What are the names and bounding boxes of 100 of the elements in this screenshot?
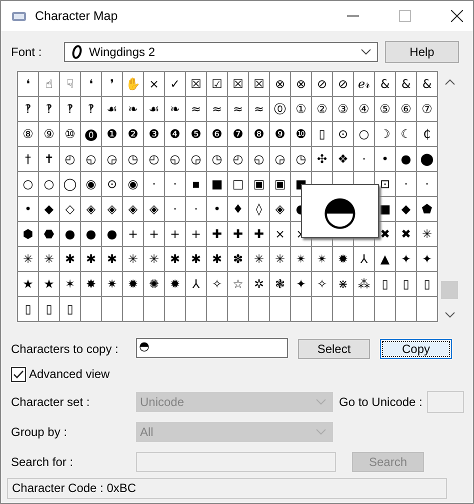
character-cell[interactable]: ◆ bbox=[39, 197, 59, 221]
character-cell[interactable]: ‽ bbox=[18, 97, 38, 121]
character-cell[interactable]: ✱ bbox=[186, 247, 206, 271]
character-cell[interactable]: ✦ bbox=[417, 247, 437, 271]
character-cell[interactable]: ₵ bbox=[417, 122, 437, 146]
character-cell[interactable]: ⊗ bbox=[291, 72, 311, 96]
character-cell[interactable]: ▣ bbox=[249, 172, 269, 196]
character-cell[interactable] bbox=[354, 297, 374, 321]
character-cell[interactable]: ‽ bbox=[39, 97, 59, 121]
character-cell[interactable]: ⬣ bbox=[39, 222, 59, 246]
character-cell[interactable]: × bbox=[144, 72, 164, 96]
character-cell[interactable]: · bbox=[417, 172, 437, 196]
character-cell[interactable]: ◷ bbox=[291, 147, 311, 171]
character-cell[interactable]: ⑤ bbox=[375, 97, 395, 121]
character-cell[interactable]: + bbox=[144, 222, 164, 246]
character-cell[interactable]: ● bbox=[60, 222, 80, 246]
character-cell[interactable]: ✳ bbox=[18, 247, 38, 271]
character-cell[interactable]: ℯ𝓇 bbox=[354, 72, 374, 96]
character-cell[interactable]: ✓ bbox=[165, 72, 185, 96]
character-cell[interactable]: ◴ bbox=[228, 147, 248, 171]
character-cell[interactable] bbox=[123, 297, 143, 321]
character-cell[interactable]: ◈ bbox=[123, 197, 143, 221]
help-button[interactable]: Help bbox=[385, 41, 459, 63]
character-cell[interactable]: ✚ bbox=[249, 222, 269, 246]
character-cell[interactable]: ❖ bbox=[333, 147, 353, 171]
character-cell[interactable]: • bbox=[207, 197, 227, 221]
character-cell[interactable]: ◶ bbox=[186, 147, 206, 171]
character-cell[interactable]: ✚ bbox=[228, 222, 248, 246]
character-cell[interactable]: ✴ bbox=[312, 247, 332, 271]
character-cell[interactable]: ▲ bbox=[375, 247, 395, 271]
character-cell[interactable]: ⓿ bbox=[81, 122, 101, 146]
character-cell[interactable]: ◆ bbox=[396, 197, 416, 221]
character-cell[interactable]: ◵ bbox=[165, 147, 185, 171]
scroll-down-icon[interactable] bbox=[444, 312, 454, 318]
character-cell[interactable]: ✳ bbox=[144, 247, 164, 271]
character-cell[interactable]: ❛ bbox=[81, 72, 101, 96]
character-cell[interactable] bbox=[333, 297, 353, 321]
character-cell[interactable]: ✳ bbox=[39, 247, 59, 271]
character-cell[interactable]: ▯ bbox=[396, 272, 416, 296]
character-cell[interactable]: ⅄ bbox=[186, 272, 206, 296]
character-cell[interactable] bbox=[417, 297, 437, 321]
character-cell[interactable]: ☙ bbox=[102, 97, 122, 121]
character-cell[interactable]: ☾ bbox=[396, 122, 416, 146]
character-cell[interactable]: · bbox=[165, 197, 185, 221]
character-cell[interactable]: ○ bbox=[39, 172, 59, 196]
scroll-up-icon[interactable] bbox=[444, 79, 454, 85]
character-cell[interactable]: ❾ bbox=[270, 122, 290, 146]
character-cell[interactable]: ◊ bbox=[249, 197, 269, 221]
character-cell[interactable]: ⑦ bbox=[417, 97, 437, 121]
character-cell[interactable]: ◇ bbox=[60, 197, 80, 221]
character-cell[interactable]: ✳ bbox=[270, 247, 290, 271]
checkbox[interactable] bbox=[11, 366, 26, 382]
scrollbar-thumb[interactable] bbox=[441, 281, 458, 299]
character-cell[interactable]: ⓪ bbox=[270, 97, 290, 121]
character-cell[interactable]: + bbox=[165, 222, 185, 246]
character-cell[interactable]: ≈ bbox=[207, 97, 227, 121]
character-cell[interactable]: ◴ bbox=[144, 147, 164, 171]
character-cell[interactable]: ⊗ bbox=[270, 72, 290, 96]
character-cell[interactable] bbox=[270, 297, 290, 321]
character-cell[interactable]: ✱ bbox=[207, 247, 227, 271]
character-cell[interactable]: ⅄ bbox=[354, 247, 374, 271]
character-cell[interactable]: ◶ bbox=[270, 147, 290, 171]
character-cell[interactable]: ✧ bbox=[207, 272, 227, 296]
character-cell[interactable]: + bbox=[186, 222, 206, 246]
character-cell[interactable]: ◵ bbox=[249, 147, 269, 171]
character-cell[interactable]: ☆ bbox=[228, 272, 248, 296]
character-cell[interactable]: ❧ bbox=[165, 97, 185, 121]
character-cell[interactable]: ① bbox=[291, 97, 311, 121]
character-cell[interactable]: ✴ bbox=[291, 247, 311, 271]
character-cell[interactable] bbox=[228, 297, 248, 321]
characters-to-copy-field[interactable]: ◓ bbox=[136, 338, 288, 358]
character-cell[interactable] bbox=[375, 297, 395, 321]
character-cell[interactable]: ● bbox=[396, 147, 416, 171]
character-cell[interactable]: · bbox=[396, 172, 416, 196]
character-cell[interactable]: ☒ bbox=[228, 72, 248, 96]
character-cell[interactable]: ◉ bbox=[123, 172, 143, 196]
character-cell[interactable]: ✹ bbox=[333, 247, 353, 271]
character-cell[interactable]: & bbox=[417, 72, 437, 96]
character-cell[interactable]: ◷ bbox=[207, 147, 227, 171]
character-cell[interactable]: ⑨ bbox=[39, 122, 59, 146]
character-cell[interactable]: ✽ bbox=[228, 247, 248, 271]
character-cell[interactable]: ✱ bbox=[102, 247, 122, 271]
character-cell[interactable]: ❻ bbox=[207, 122, 227, 146]
character-cell[interactable]: ⁂ bbox=[354, 272, 374, 296]
character-cell[interactable]: ☑ bbox=[207, 72, 227, 96]
character-cell[interactable]: ⑩ bbox=[60, 122, 80, 146]
character-cell[interactable]: ❛ bbox=[18, 72, 38, 96]
character-cell[interactable]: ⊙ bbox=[102, 172, 122, 196]
character-cell[interactable]: ③ bbox=[333, 97, 353, 121]
character-cell[interactable]: & bbox=[396, 72, 416, 96]
character-cell[interactable]: ✧ bbox=[312, 272, 332, 296]
character-cell[interactable]: ✖ bbox=[396, 222, 416, 246]
close-icon[interactable] bbox=[451, 10, 463, 22]
character-cell[interactable]: ☝ bbox=[39, 72, 59, 96]
character-cell[interactable]: ▯ bbox=[312, 122, 332, 146]
character-cell[interactable]: ◯ bbox=[60, 172, 80, 196]
character-cell[interactable]: ▯ bbox=[375, 272, 395, 296]
character-cell[interactable]: ● bbox=[102, 222, 122, 246]
character-cell[interactable] bbox=[249, 297, 269, 321]
select-button[interactable]: Select bbox=[298, 339, 370, 359]
